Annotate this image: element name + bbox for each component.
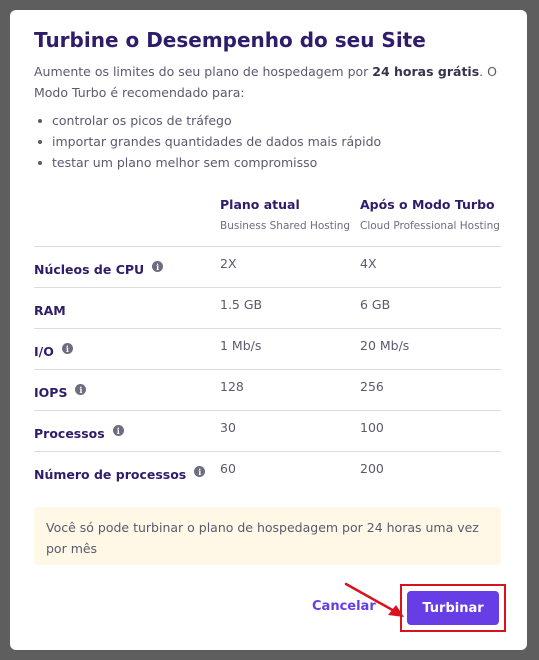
row-label-text: Número de processos xyxy=(34,467,187,482)
current-value: 1.5 GB xyxy=(220,297,263,312)
benefit-item: controlar os picos de tráfego xyxy=(34,110,381,131)
info-icon[interactable]: i xyxy=(112,425,124,436)
turbo-button[interactable]: Turbinar xyxy=(407,591,499,625)
turbo-value: 256 xyxy=(360,379,384,394)
column-subtitle: Business Shared Hosting xyxy=(220,220,351,232)
table-row: RAM 1.5 GB 6 GB xyxy=(34,288,501,329)
benefits-list: controlar os picos de tráfego importar g… xyxy=(34,110,381,173)
benefit-item: importar grandes quantidades de dados ma… xyxy=(34,131,381,152)
column-title: Plano atual xyxy=(220,197,300,212)
info-icon[interactable]: i xyxy=(152,261,164,272)
intro-text-bold: 24 horas grátis xyxy=(372,64,480,79)
info-icon[interactable]: i xyxy=(61,343,73,354)
current-value: 30 xyxy=(220,420,236,435)
turbo-value: 4X xyxy=(360,256,377,271)
info-icon[interactable]: i xyxy=(194,466,206,477)
dialog-intro: Aumente os limites do seu plano de hospe… xyxy=(34,61,504,103)
dialog-footer: Cancelar Turbinar xyxy=(10,580,527,640)
row-label-text: IOPS xyxy=(34,385,68,400)
turbo-value: 6 GB xyxy=(360,297,391,312)
intro-text-prefix: Aumente os limites do seu plano de hospe… xyxy=(34,64,373,79)
highlight-frame: Turbinar xyxy=(400,584,506,632)
row-label-text: Processos xyxy=(34,426,105,441)
cancel-button[interactable]: Cancelar xyxy=(312,599,376,614)
current-value: 2X xyxy=(220,256,237,271)
row-label-text: Núcleos de CPU xyxy=(34,262,145,277)
row-label-text: I/O xyxy=(34,344,54,359)
row-label-text: RAM xyxy=(34,303,66,318)
column-header-current: Plano atual Business Shared Hosting xyxy=(220,196,350,234)
info-icon[interactable]: i xyxy=(75,384,87,395)
plan-comparison-table: Plano atual Business Shared Hosting Após… xyxy=(34,196,501,492)
current-value: 60 xyxy=(220,461,236,476)
column-title: Após o Modo Turbo xyxy=(360,197,495,212)
table-row: Processos i 30 100 xyxy=(34,411,501,452)
row-label: IOPS i xyxy=(34,384,87,400)
table-row: Núcleos de CPU i 2X 4X xyxy=(34,247,501,288)
row-label: Processos i xyxy=(34,425,124,441)
turbo-value: 100 xyxy=(360,420,384,435)
benefit-item: testar um plano melhor sem compromisso xyxy=(34,152,381,173)
current-value: 1 Mb/s xyxy=(220,338,262,353)
column-subtitle: Cloud Professional Hosting xyxy=(360,220,500,232)
limit-notice: Você só pode turbinar o plano de hospeda… xyxy=(34,507,501,565)
row-label: Núcleos de CPU i xyxy=(34,261,164,277)
row-label: I/O i xyxy=(34,343,73,359)
current-value: 128 xyxy=(220,379,244,394)
row-label: RAM xyxy=(34,303,66,318)
turbo-dialog: Turbine o Desempenho do seu Site Aumente… xyxy=(10,10,527,650)
row-label: Número de processos i xyxy=(34,466,206,482)
column-header-turbo: Após o Modo Turbo Cloud Professional Hos… xyxy=(360,196,500,234)
dialog-title: Turbine o Desempenho do seu Site xyxy=(34,28,426,52)
table-row: I/O i 1 Mb/s 20 Mb/s xyxy=(34,329,501,370)
table-row: IOPS i 128 256 xyxy=(34,370,501,411)
turbo-value: 200 xyxy=(360,461,384,476)
turbo-value: 20 Mb/s xyxy=(360,338,410,353)
table-header: Plano atual Business Shared Hosting Após… xyxy=(34,196,501,247)
table-row: Número de processos i 60 200 xyxy=(34,452,501,492)
